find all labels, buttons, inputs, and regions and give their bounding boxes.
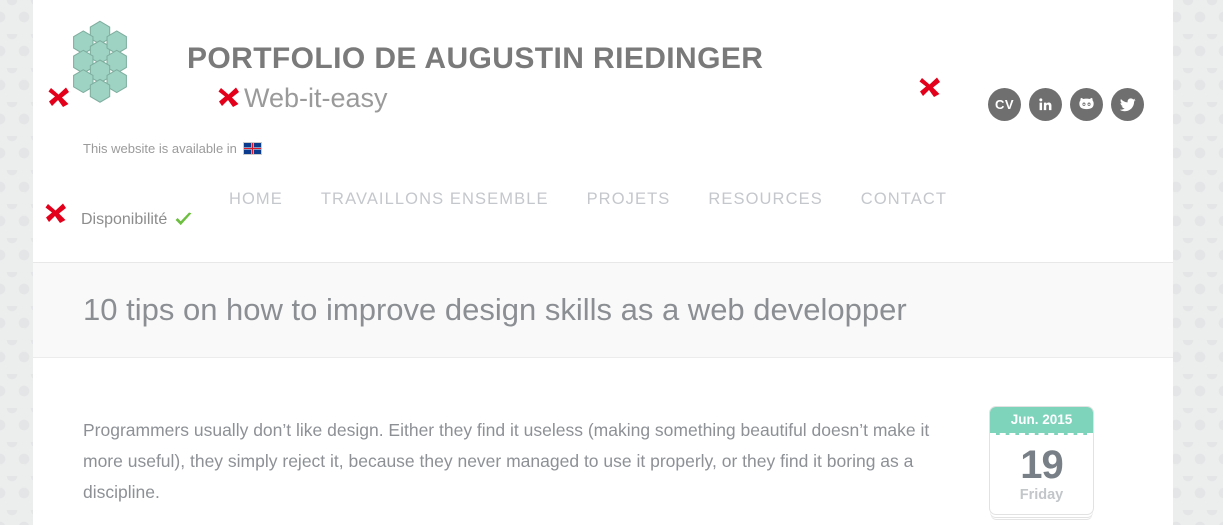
linkedin-icon [1039, 98, 1052, 111]
availability-label: Disponibilité [81, 211, 168, 228]
cv-text-icon: CV [994, 97, 1015, 112]
github-octocat-icon [1079, 97, 1094, 110]
site-subtitle: Web-it-easy [244, 83, 388, 113]
uk-flag-icon[interactable] [242, 142, 262, 155]
green-check-icon [174, 212, 193, 228]
linkedin-link[interactable] [1029, 88, 1062, 121]
date-day: 19 [1020, 443, 1064, 487]
date-month: Jun. 2015 [990, 407, 1093, 435]
twitter-link[interactable] [1111, 88, 1144, 121]
article-paragraph: Programmers usually don’t like design. E… [83, 420, 930, 502]
nav-item-home[interactable]: HOME [229, 190, 283, 209]
nav-item-contact[interactable]: CONTACT [861, 190, 947, 209]
article-title-band: 10 tips on how to improve design skills … [33, 263, 1173, 358]
language-availability-notice: This website is available in [83, 141, 262, 156]
social-links: CV [988, 88, 1144, 121]
article-date-badge: Jun. 2015 19 Friday [989, 406, 1094, 515]
main-navigation: HOME TRAVAILLONS ENSEMBLE PROJETS RESOUR… [33, 190, 1173, 209]
twitter-bird-icon [1119, 97, 1136, 111]
page-title: 10 tips on how to improve design skills … [83, 292, 907, 327]
site-header: PORTFOLIO DE AUGUSTIN RIEDINGER Web-it-e… [33, 0, 1173, 263]
honeycomb-logo-icon[interactable] [56, 16, 144, 104]
cv-link[interactable]: CV [988, 88, 1021, 121]
nav-item-projets[interactable]: PROJETS [587, 190, 671, 209]
site-title: PORTFOLIO DE AUGUSTIN RIEDINGER [187, 42, 764, 75]
github-link[interactable] [1070, 88, 1103, 121]
brand-block: PORTFOLIO DE AUGUSTIN RIEDINGER Web-it-e… [187, 44, 763, 112]
language-notice-label: This website is available in [83, 141, 237, 156]
date-weekday: Friday [1019, 487, 1064, 503]
nav-item-travaillons-ensemble[interactable]: TRAVAILLONS ENSEMBLE [321, 190, 549, 209]
availability-indicator[interactable]: Disponibilité [81, 211, 193, 229]
nav-item-resources[interactable]: RESOURCES [708, 190, 822, 209]
